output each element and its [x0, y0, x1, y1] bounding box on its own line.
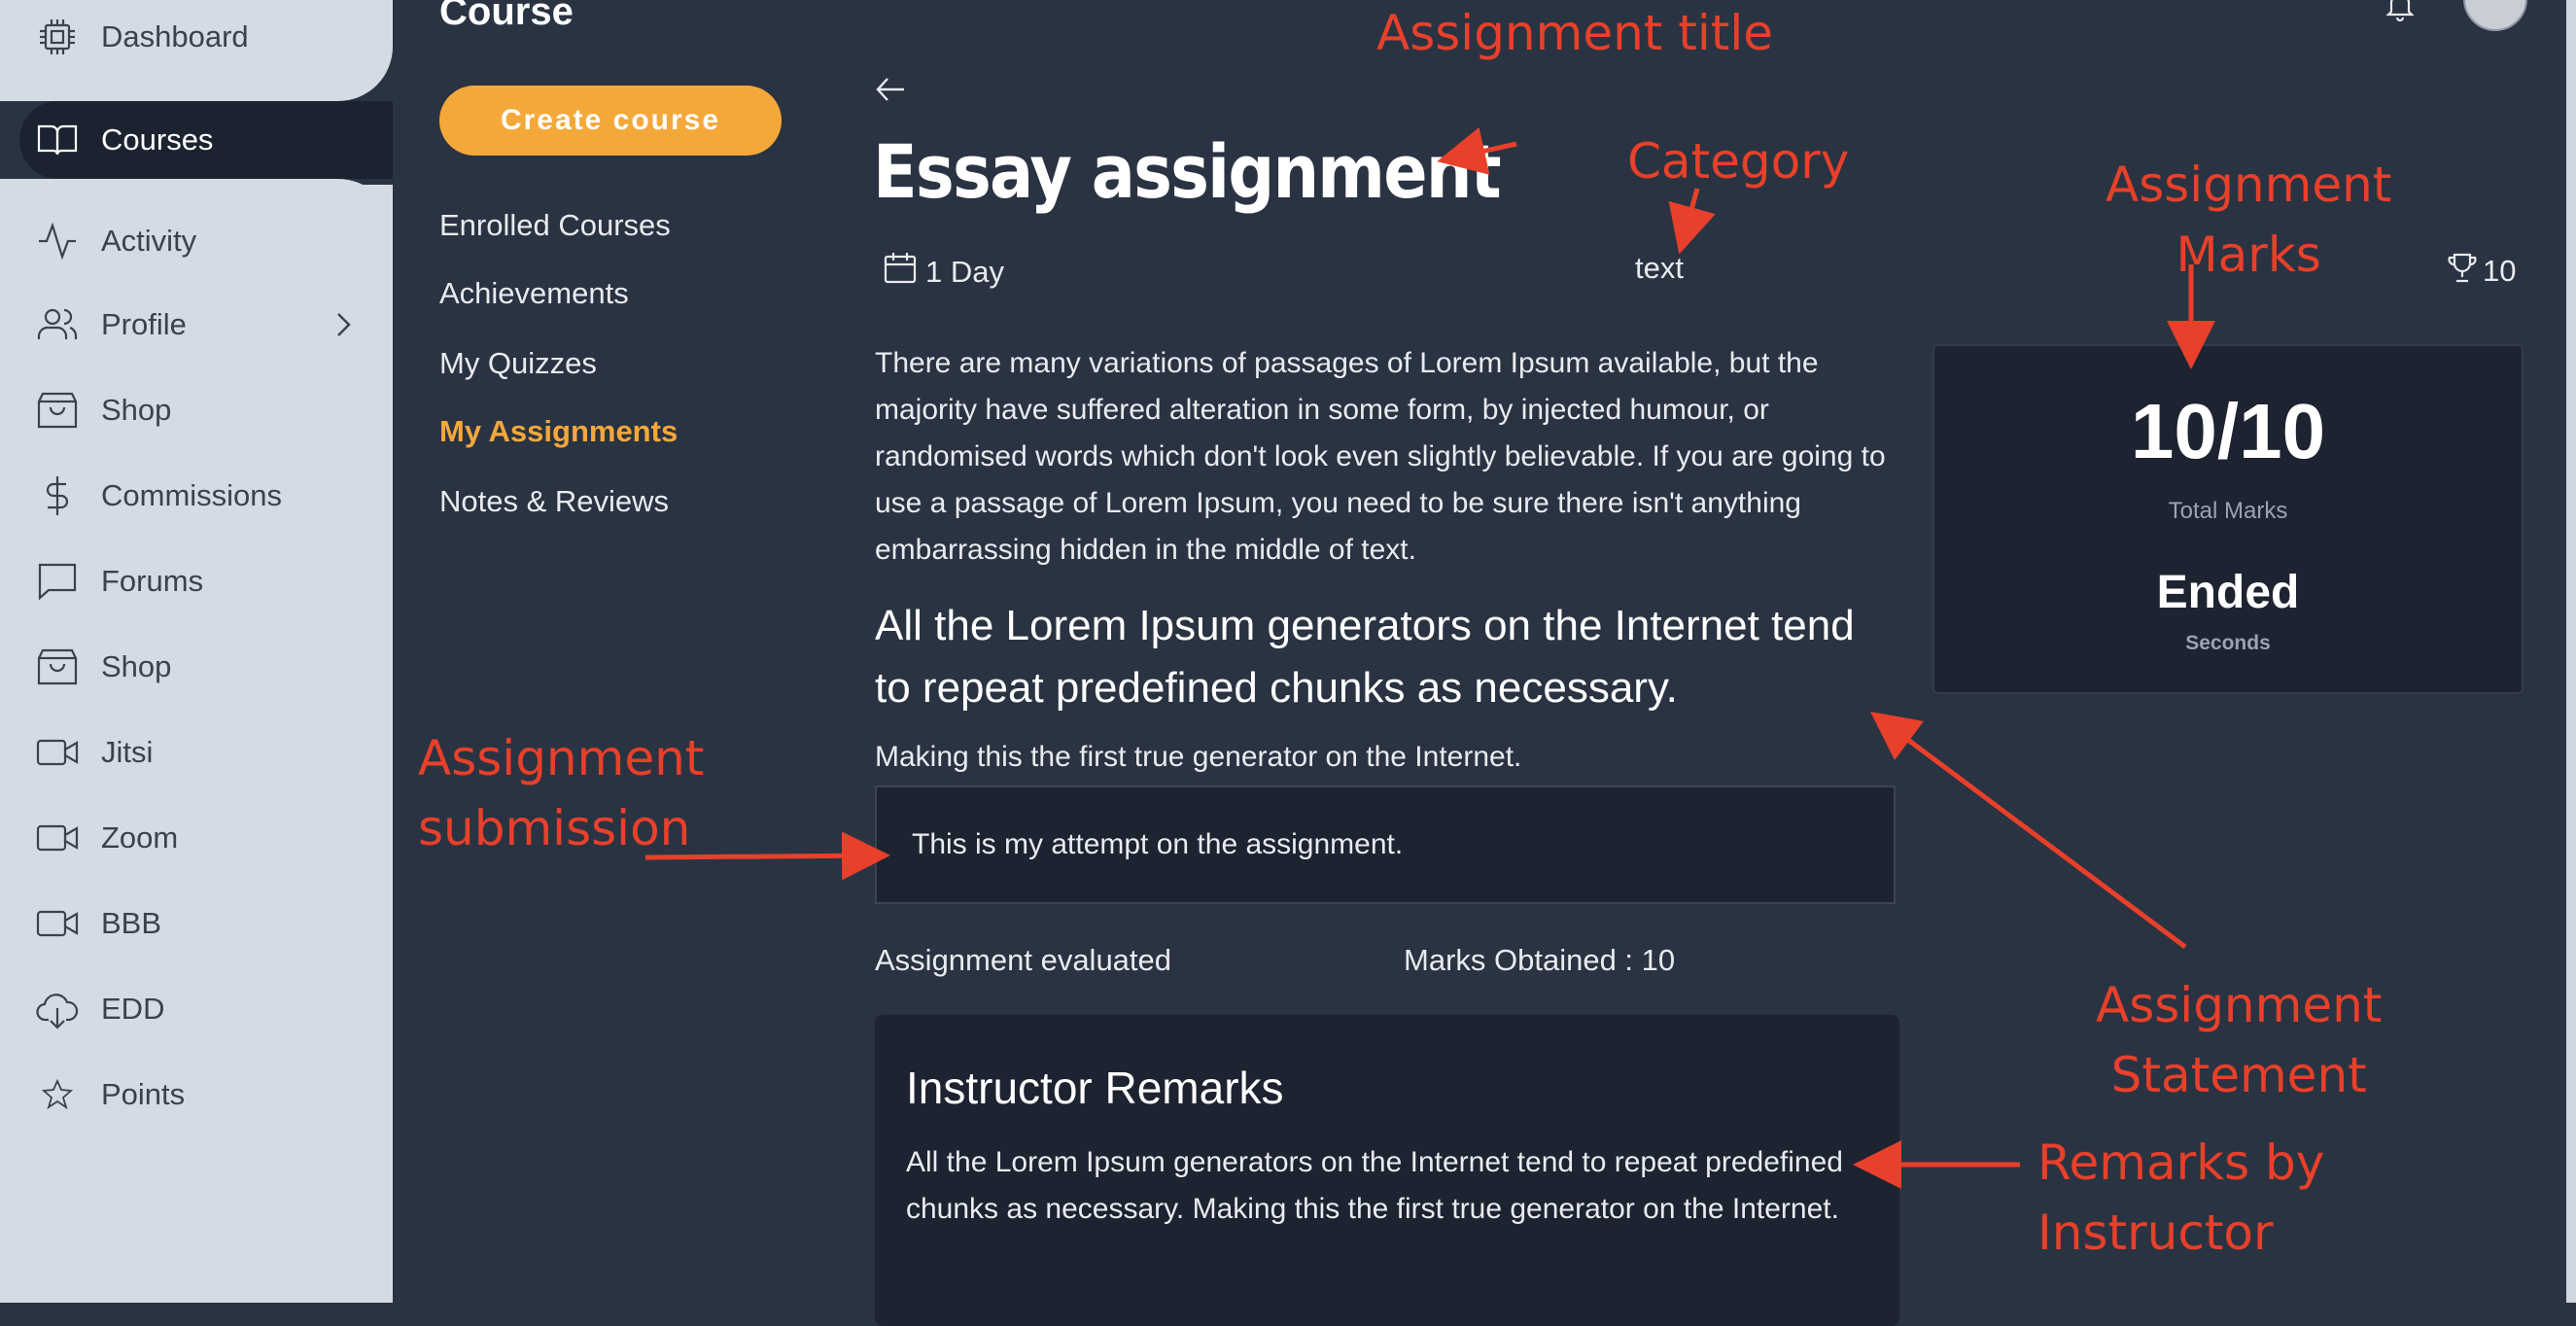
course-link-quizzes[interactable]: My Quizzes [439, 346, 597, 381]
video-icon [35, 901, 80, 946]
sidebar-item-label: Courses [101, 122, 214, 157]
shopping-bag-icon [35, 388, 80, 433]
assignment-points: 10 [2446, 251, 2516, 292]
course-link-notes-reviews[interactable]: Notes & Reviews [439, 484, 669, 519]
annotation-marks: Assignment Marks [2106, 157, 2392, 283]
sidebar-item-activity[interactable]: Activity [0, 202, 393, 280]
sidebar-item-points[interactable]: Points [0, 1056, 393, 1134]
sidebar-item-shop-2[interactable]: Shop [0, 628, 393, 706]
status-value: Ended [2156, 567, 2300, 618]
course-link-assignments[interactable]: My Assignments [439, 414, 678, 449]
avatar[interactable] [2463, 0, 2527, 31]
dollar-icon [35, 473, 80, 518]
assignment-description: There are many variations of passages of… [875, 347, 1886, 566]
assignment-statement: All the Lorem Ipsum generators on the In… [875, 602, 1855, 712]
sidebar-item-label: Shop [101, 393, 172, 427]
sidebar-item-label: Commissions [101, 478, 283, 512]
annotation-title: Assignment title [1376, 5, 1774, 61]
chat-icon [35, 559, 80, 604]
sidebar-item-forums[interactable]: Forums [0, 542, 393, 620]
course-menu-title: Course [439, 0, 574, 33]
assignment-submission-box: This is my attempt on the assignment. [875, 785, 1896, 904]
bell-icon[interactable] [2384, 0, 2417, 22]
annotation-remarks: Remarks by Instructor [2037, 1134, 2325, 1261]
sidebar: Dashboard Courses Activity Profile Shop … [0, 0, 393, 1303]
remarks-title: Instructor Remarks [906, 1063, 1284, 1113]
sidebar-item-label: Shop [101, 649, 172, 683]
total-marks-value: 10/10 [2130, 388, 2326, 474]
scrollbar-track[interactable] [2566, 0, 2576, 1303]
chip-icon [35, 15, 80, 59]
status-label: Seconds [2185, 632, 2271, 654]
annotation-category: Category [1627, 133, 1850, 190]
sidebar-item-shop[interactable]: Shop [0, 371, 393, 449]
assignment-duration: 1 Day [883, 251, 1004, 294]
marks-card: 10/10 Total Marks Ended Seconds [1932, 344, 2524, 694]
points-text: 10 [2483, 254, 2517, 288]
total-marks-label: Total Marks [2168, 498, 2288, 524]
sidebar-item-label: Profile [101, 307, 187, 341]
assignment-category: text [1635, 251, 1684, 285]
course-link-achievements[interactable]: Achievements [439, 276, 629, 311]
sidebar-item-label: EDD [101, 992, 165, 1026]
video-icon [35, 730, 80, 775]
create-course-button[interactable]: Create course [439, 86, 782, 156]
remarks-text: All the Lorem Ipsum generators on the In… [906, 1146, 1843, 1225]
sidebar-item-label: Dashboard [101, 19, 249, 53]
sidebar-item-label: Zoom [101, 820, 179, 855]
sidebar-item-label: BBB [101, 906, 162, 940]
trophy-icon [2446, 251, 2483, 292]
video-icon [35, 816, 80, 860]
sidebar-item-commissions[interactable]: Commissions [0, 457, 393, 535]
star-icon [35, 1072, 80, 1117]
sidebar-item-courses[interactable]: Courses [19, 101, 393, 179]
arrow-category [1668, 188, 1716, 255]
sidebar-item-dashboard[interactable]: Dashboard [0, 0, 393, 76]
sidebar-item-label: Points [101, 1077, 186, 1111]
book-icon [35, 118, 80, 162]
chevron-right-icon[interactable] [329, 310, 358, 339]
evaluation-status: Assignment evaluated [875, 943, 1172, 977]
duration-text: 1 Day [925, 255, 1004, 289]
users-icon [35, 302, 80, 347]
sidebar-item-zoom[interactable]: Zoom [0, 799, 393, 877]
sidebar-item-label: Forums [101, 564, 204, 598]
sidebar-item-profile[interactable]: Profile [0, 286, 393, 364]
shopping-bag-icon [35, 645, 80, 689]
calendar-icon [883, 251, 925, 294]
submission-text: This is my attempt on the assignment. [912, 828, 1404, 860]
instructor-remarks-card: Instructor Remarks All the Lorem Ipsum g… [875, 1015, 1899, 1326]
back-arrow-icon[interactable] [873, 72, 908, 107]
annotation-submission: Assignment submission [418, 730, 705, 856]
sidebar-item-bbb[interactable]: BBB [0, 885, 393, 962]
sidebar-item-jitsi[interactable]: Jitsi [0, 714, 393, 791]
assignment-statement-sub: Making this the first true generator on … [875, 741, 1522, 773]
activity-icon [35, 219, 80, 263]
course-link-enrolled[interactable]: Enrolled Courses [439, 208, 671, 243]
marks-obtained: Marks Obtained : 10 [1404, 943, 1676, 977]
sidebar-item-edd[interactable]: EDD [0, 970, 393, 1048]
annotation-statement: Assignment Statement [2096, 977, 2383, 1103]
assignment-title: Essay assignment [873, 128, 1502, 215]
sidebar-item-label: Activity [101, 224, 197, 258]
arrow-statement [1869, 712, 2187, 950]
sidebar-item-label: Jitsi [101, 735, 154, 769]
cloud-download-icon [35, 987, 80, 1031]
